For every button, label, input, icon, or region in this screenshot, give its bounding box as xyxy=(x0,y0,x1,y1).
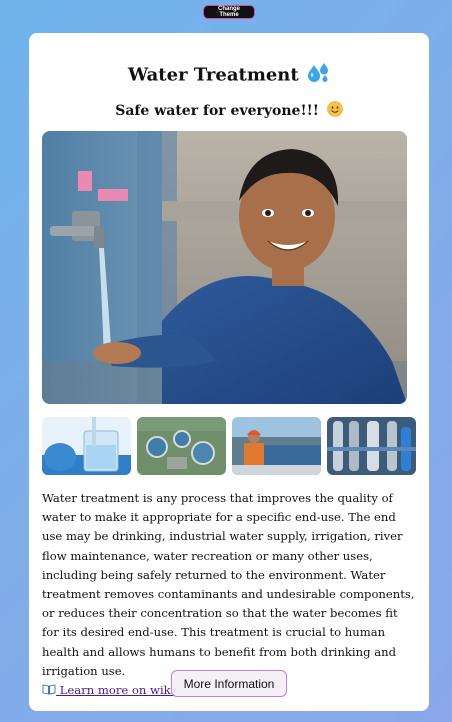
thumbnail-strip xyxy=(42,417,417,475)
smiling-face-icon xyxy=(326,101,343,121)
subtitle: Safe water for everyone!!! xyxy=(29,101,429,121)
water-droplets-icon xyxy=(308,63,330,88)
subtitle-text: Safe water for everyone!!! xyxy=(115,103,319,119)
page-title: Water Treatment xyxy=(29,63,429,88)
thumbnail-glass-of-water[interactable] xyxy=(42,417,131,475)
description: Water treatment is any process that impr… xyxy=(42,489,418,700)
worker-at-tank-photo xyxy=(232,417,321,475)
hero-photo xyxy=(42,131,407,404)
title-text: Water Treatment xyxy=(127,64,299,86)
filtration-pipes-photo xyxy=(327,417,416,475)
glass-of-water-photo xyxy=(42,417,131,475)
wiki-link-label: Learn more on wiki xyxy=(59,683,175,698)
info-card: Water Treatment Safe water for everyone!… xyxy=(29,33,429,711)
child-washing-hands-photo xyxy=(42,131,407,404)
treatment-plant-aerial-photo xyxy=(137,417,226,475)
thumbnail-pipes[interactable] xyxy=(327,417,416,475)
change-theme-button[interactable]: Change Theme xyxy=(203,5,255,19)
more-information-button[interactable]: More Information xyxy=(171,670,287,697)
description-text: Water treatment is any process that impr… xyxy=(42,491,415,678)
thumbnail-worker[interactable] xyxy=(232,417,321,475)
thumbnail-treatment-plant[interactable] xyxy=(137,417,226,475)
wiki-link[interactable]: Learn more on wiki xyxy=(42,683,174,697)
open-book-icon xyxy=(42,683,60,697)
